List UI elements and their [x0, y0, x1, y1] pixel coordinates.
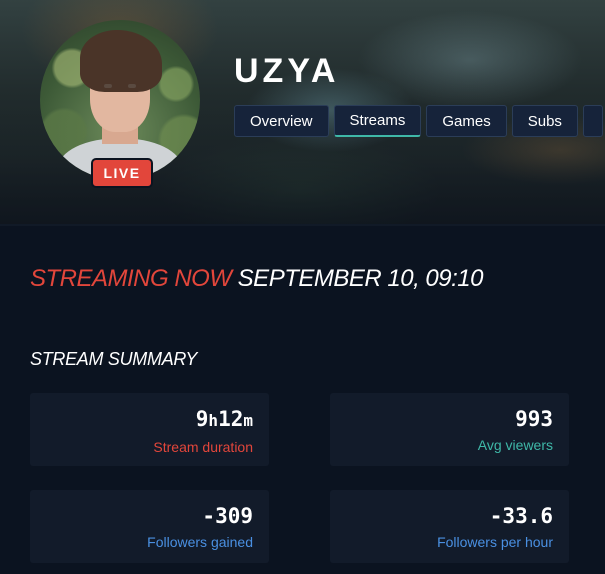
stream-summary-title: STREAM SUMMARY: [30, 349, 198, 369]
tab-subs[interactable]: Subs: [511, 105, 578, 137]
followers-gained-label: Followers gained: [147, 534, 253, 550]
followers-gained-value: -309: [202, 504, 253, 528]
banner-divider: [0, 224, 605, 226]
streaming-now-heading: STREAMING NOW SEPTEMBER 10, 09:10: [30, 265, 483, 293]
avatar-eye-right: [128, 84, 136, 88]
followers-per-hour-card: -33.6 Followers per hour: [330, 490, 569, 563]
avg-viewers-card: 993 Avg viewers: [330, 393, 569, 466]
tab-streams[interactable]: Streams: [333, 105, 422, 137]
channel-tabs: Overview Streams Games Subs: [234, 105, 603, 137]
channel-avatar[interactable]: [40, 20, 200, 180]
tab-overview[interactable]: Overview: [234, 105, 329, 137]
streaming-now-label: STREAMING NOW: [30, 265, 232, 292]
stream-duration-card: 9h12m Stream duration: [30, 393, 269, 466]
followers-per-hour-label: Followers per hour: [437, 534, 553, 550]
channel-name: UZYA: [234, 52, 340, 90]
stream-duration-value: 9h12m: [195, 407, 253, 431]
stream-start-date: SEPTEMBER 10, 09:10: [237, 265, 484, 292]
tab-games[interactable]: Games: [426, 105, 507, 137]
followers-per-hour-value: -33.6: [489, 504, 553, 528]
tab-more-partial[interactable]: [582, 105, 603, 137]
avg-viewers-label: Avg viewers: [477, 437, 553, 453]
live-badge: LIVE: [91, 158, 153, 188]
stream-duration-label: Stream duration: [153, 439, 253, 455]
followers-gained-card: -309 Followers gained: [30, 490, 269, 563]
avg-viewers-value: 993: [515, 407, 553, 431]
avatar-eye-left: [104, 84, 112, 88]
